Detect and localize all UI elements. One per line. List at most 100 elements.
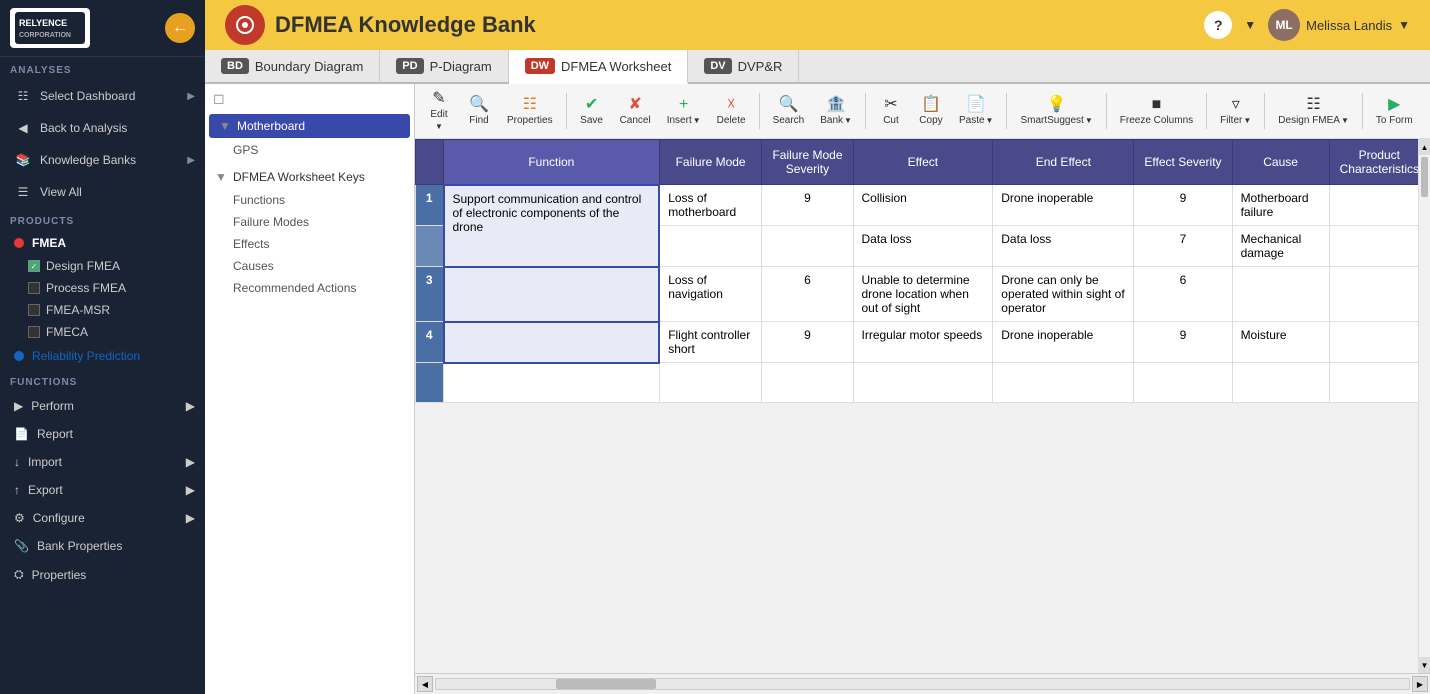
tree-item-gps[interactable]: GPS <box>205 139 414 161</box>
function-cell-4[interactable] <box>444 322 660 363</box>
sidebar-item-import[interactable]: ↓ Import ▶ <box>0 448 205 476</box>
severity-cell-2[interactable] <box>762 226 853 267</box>
failure-mode-cell-1[interactable]: Loss of motherboard <box>659 185 762 226</box>
vertical-scrollbar[interactable]: ▲ ▼ <box>1418 139 1430 673</box>
scroll-right-button[interactable]: ▶ <box>1412 676 1428 692</box>
failure-mode-cell-4[interactable]: Flight controller short <box>659 322 762 363</box>
severity-cell-3[interactable]: 6 <box>762 267 853 322</box>
h-scroll-thumb[interactable] <box>556 679 656 689</box>
effect-cell-2[interactable]: Data loss <box>853 226 993 267</box>
to-form-button[interactable]: ▶ To Form <box>1370 94 1419 129</box>
tree-item-failure-modes[interactable]: Failure Modes <box>205 211 414 233</box>
scroll-up-button[interactable]: ▲ <box>1419 139 1430 155</box>
cause-cell-2[interactable]: Mechanical damage <box>1232 226 1329 267</box>
failure-mode-cell-3[interactable]: Loss of navigation <box>659 267 762 322</box>
sidebar-item-properties[interactable]: ⛭ Properties <box>0 560 205 589</box>
help-button[interactable]: ? <box>1204 11 1232 39</box>
bank-button[interactable]: 🏦 Bank ▼ <box>814 94 858 129</box>
properties-toolbar-button[interactable]: ☷ Properties <box>501 94 559 129</box>
tab-boundary-diagram[interactable]: BD Boundary Diagram <box>205 50 380 82</box>
smart-suggest-button[interactable]: 💡 SmartSuggest ▼ <box>1014 94 1098 129</box>
scroll-thumb[interactable] <box>1421 157 1428 197</box>
design-fmea-toolbar-button[interactable]: ☷ Design FMEA ▼ <box>1272 94 1355 129</box>
empty-cell[interactable] <box>762 363 853 403</box>
effect-severity-cell-2[interactable]: 7 <box>1134 226 1232 267</box>
cause-cell-4[interactable]: Moisture <box>1232 322 1329 363</box>
cause-cell-3[interactable] <box>1232 267 1329 322</box>
edit-button[interactable]: ✎ Edit ▼ <box>421 88 457 134</box>
sidebar-item-fmea-msr[interactable]: FMEA-MSR <box>0 299 205 321</box>
effect-severity-cell-3[interactable]: 6 <box>1134 267 1232 322</box>
back-nav-button[interactable]: ← <box>165 13 195 43</box>
col-end-effect[interactable]: End Effect <box>993 140 1134 185</box>
end-effect-cell-2[interactable]: Data loss <box>993 226 1134 267</box>
tree-item-functions[interactable]: Functions <box>205 189 414 211</box>
tree-collapse-icon[interactable]: ◻ <box>213 90 225 107</box>
tab-dfmea-worksheet[interactable]: DW DFMEA Worksheet <box>509 50 689 84</box>
tab-p-diagram[interactable]: PD P-Diagram <box>380 50 508 82</box>
prod-char-cell-1[interactable] <box>1329 185 1429 226</box>
col-fm-severity[interactable]: Failure ModeSeverity <box>762 140 853 185</box>
scroll-left-button[interactable]: ◀ <box>417 676 433 692</box>
search-button[interactable]: 🔍 Search <box>767 94 811 129</box>
sidebar-item-report[interactable]: 📄 Report <box>0 420 205 448</box>
tree-item-dfmea-keys[interactable]: ▼ DFMEA Worksheet Keys <box>205 165 414 189</box>
sidebar-item-view-all[interactable]: ☰ View All <box>0 176 205 208</box>
effect-severity-cell-1[interactable]: 9 <box>1134 185 1232 226</box>
empty-cell[interactable] <box>1134 363 1232 403</box>
sidebar-item-perform[interactable]: ▶ Perform ▶ <box>0 392 205 420</box>
sidebar-item-process-fmea[interactable]: Process FMEA <box>0 277 205 299</box>
freeze-columns-button[interactable]: ■ Freeze Columns <box>1114 94 1199 129</box>
prod-char-cell-3[interactable] <box>1329 267 1429 322</box>
insert-button[interactable]: + Insert ▼ <box>661 94 707 129</box>
filter-button[interactable]: ▿ Filter ▼ <box>1214 94 1257 129</box>
empty-cell[interactable] <box>1232 363 1329 403</box>
sidebar-item-configure[interactable]: ⚙ Configure ▶ <box>0 504 205 532</box>
user-menu[interactable]: ML Melissa Landis ▼ <box>1268 9 1410 41</box>
scroll-down-button[interactable]: ▼ <box>1419 657 1430 673</box>
empty-cell[interactable] <box>1329 363 1429 403</box>
sidebar-item-bank-properties[interactable]: 📎 Bank Properties <box>0 532 205 560</box>
sidebar-item-design-fmea[interactable]: ✓ Design FMEA <box>0 255 205 277</box>
function-cell-1[interactable]: Support communication and control of ele… <box>444 185 660 267</box>
empty-cell[interactable] <box>444 363 660 403</box>
cause-cell-1[interactable]: Motherboard failure <box>1232 185 1329 226</box>
cut-button[interactable]: ✂ Cut <box>873 94 909 129</box>
effect-cell-1[interactable]: Collision <box>853 185 993 226</box>
tree-item-effects[interactable]: Effects <box>205 233 414 255</box>
paste-button[interactable]: 📄 Paste ▼ <box>953 94 1000 129</box>
help-dropdown-arrow[interactable]: ▼ <box>1244 18 1256 32</box>
failure-mode-cell-2[interactable] <box>659 226 762 267</box>
end-effect-cell-4[interactable]: Drone inoperable <box>993 322 1134 363</box>
severity-cell-1[interactable]: 9 <box>762 185 853 226</box>
end-effect-cell-1[interactable]: Drone inoperable <box>993 185 1134 226</box>
tree-item-causes[interactable]: Causes <box>205 255 414 277</box>
sidebar-item-reliability-prediction[interactable]: Reliability Prediction <box>0 343 205 369</box>
effect-cell-4[interactable]: Irregular motor speeds <box>853 322 993 363</box>
cancel-button[interactable]: ✘ Cancel <box>614 94 657 129</box>
function-cell-3[interactable] <box>444 267 660 322</box>
sidebar-item-select-dashboard[interactable]: ☷ Select Dashboard ▶ <box>0 80 205 112</box>
col-prod-char[interactable]: ProductCharacteristics <box>1329 140 1429 185</box>
sidebar-item-fmea[interactable]: FMEA <box>0 231 205 255</box>
col-failure-mode[interactable]: Failure Mode <box>659 140 762 185</box>
prod-char-cell-2[interactable] <box>1329 226 1429 267</box>
prod-char-cell-4[interactable] <box>1329 322 1429 363</box>
save-button[interactable]: ✔ Save <box>574 94 610 129</box>
delete-button[interactable]: ☓ Delete <box>711 94 752 129</box>
sidebar-item-export[interactable]: ↑ Export ▶ <box>0 476 205 504</box>
effect-cell-3[interactable]: Unable to determine drone location when … <box>853 267 993 322</box>
tab-dvpr[interactable]: DV DVP&R <box>688 50 799 82</box>
col-function[interactable]: Function <box>444 140 660 185</box>
col-effect[interactable]: Effect <box>853 140 993 185</box>
col-effect-severity[interactable]: Effect Severity <box>1134 140 1232 185</box>
copy-button[interactable]: 📋 Copy <box>913 94 949 129</box>
sidebar-item-knowledge-banks[interactable]: 📚 Knowledge Banks ▶ <box>0 144 205 176</box>
sidebar-item-back-to-analysis[interactable]: ◀ Back to Analysis <box>0 112 205 144</box>
tree-item-motherboard[interactable]: ▼ Motherboard <box>209 114 410 138</box>
empty-cell[interactable] <box>853 363 993 403</box>
tree-item-recommended-actions[interactable]: Recommended Actions <box>205 277 414 299</box>
sidebar-item-fmeca[interactable]: FMECA <box>0 321 205 343</box>
end-effect-cell-3[interactable]: Drone can only be operated within sight … <box>993 267 1134 322</box>
severity-cell-4[interactable]: 9 <box>762 322 853 363</box>
